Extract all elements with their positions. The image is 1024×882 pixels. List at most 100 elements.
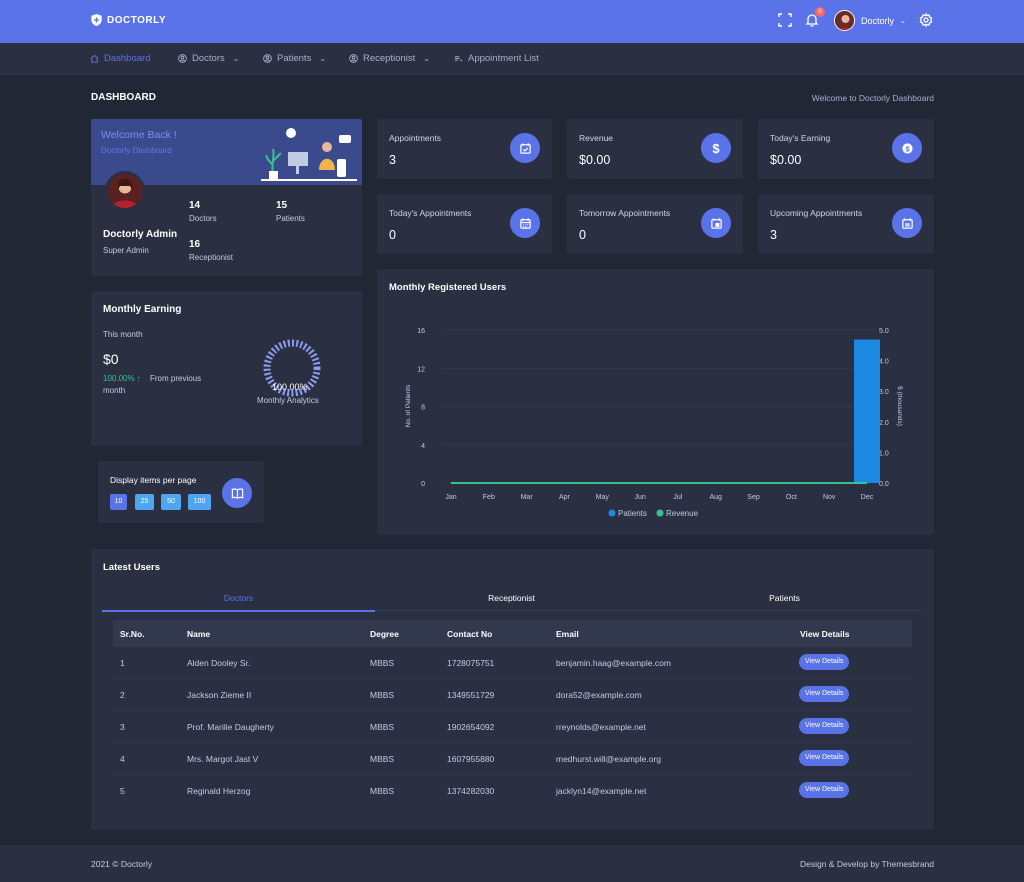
book-icon[interactable]	[222, 478, 252, 508]
x-tick-label: Jun	[634, 494, 645, 501]
monthly-earning-change-text: From previous	[150, 374, 202, 383]
calendar-icon	[510, 208, 540, 238]
table-row: 1 Alden Dooley Sr. MBBS 1728075751 benja…	[113, 647, 912, 679]
nav-item-appointment-list[interactable]: Appointment List	[454, 53, 539, 64]
nav-bar: Dashboard Doctors ⌄ Patients ⌄ Receptionis…	[0, 43, 1024, 75]
view-details-button[interactable]: View Details	[799, 686, 850, 702]
cell-name: Reginald Herzog	[187, 786, 251, 796]
page-size-10-button[interactable]: 10	[110, 494, 127, 510]
view-details-button[interactable]: View Details	[799, 718, 850, 734]
view-details-button[interactable]: View Details	[799, 782, 850, 798]
column-header: Name	[187, 629, 211, 639]
profile-avatar	[105, 171, 145, 211]
tab-patients[interactable]: Patients	[648, 593, 921, 611]
column-header: Degree	[370, 629, 399, 639]
dollar-icon: $	[701, 133, 731, 163]
y2-tick-label: 1.0	[879, 450, 889, 457]
monthly-earning-value: $0	[103, 351, 119, 367]
chevron-down-icon: ⌄	[423, 54, 430, 63]
cell-degree: MBBS	[370, 722, 395, 732]
coin-icon: $	[892, 133, 922, 163]
monthly-users-chart: 0 4 8 12 16 0.0 1.0 2.0 3.0 4.0 5.0 No. of Patients…	[405, 328, 903, 518]
stat-card-upcoming-appointments: Upcoming Appointments 3	[758, 194, 934, 254]
user-menu[interactable]: Doctorly ⌄	[834, 10, 906, 31]
stat-label: Upcoming Appointments	[770, 208, 863, 218]
brand-logo[interactable]: DOCTORLY	[91, 14, 166, 26]
shield-icon	[91, 14, 102, 26]
column-header: Email	[556, 629, 579, 639]
footer: 2021 © Doctorly Design & Develop by Them…	[0, 845, 1024, 882]
cell-contact: 1728075751	[447, 658, 495, 668]
legend-marker-patients	[608, 509, 616, 517]
stat-label: Today's Earning	[770, 133, 831, 143]
cell-email: benjamin.haag@example.com	[556, 658, 671, 668]
chevron-down-icon: ⌄	[232, 54, 240, 63]
monthly-earning-card: Monthly Earning This month $0 100.00% ↑ …	[91, 291, 362, 446]
cell-degree: MBBS	[370, 658, 395, 668]
brand-name: DOCTORLY	[107, 14, 167, 26]
x-tick-label: Aug	[709, 494, 722, 501]
user-name: Doctorly	[861, 15, 895, 26]
cell-no: 5	[120, 786, 125, 796]
x-tick-label: Jul	[673, 494, 682, 501]
stat-label: Appointments	[389, 133, 441, 143]
x-tick-label: Dec	[861, 494, 874, 501]
cell-name: Mrs. Margot Jast V	[187, 754, 259, 764]
monthly-earning-change: 100.00% ↑	[103, 374, 141, 383]
stat-value: $0.00	[770, 153, 802, 167]
receptionist-count: 16	[189, 239, 201, 250]
legend-label-patients: Patients	[618, 509, 647, 518]
latest-users-title: Latest Users	[103, 562, 161, 573]
page-size-100-button[interactable]: 100	[188, 494, 211, 510]
x-tick-label: Mar	[521, 494, 534, 501]
nav-item-doctors[interactable]: Doctors ⌄	[178, 53, 239, 64]
stat-card-todays-appointments: Today's Appointments 0	[377, 194, 552, 254]
nav-item-dashboard[interactable]: Dashboard	[90, 53, 150, 64]
footer-credit: Design & Develop by Themesbrand	[799, 859, 934, 869]
gauge-percent: 100.00%	[272, 382, 308, 392]
y2-tick-label: 2.0	[879, 420, 889, 427]
cell-no: 4	[120, 754, 125, 764]
stat-label: Today's Appointments	[389, 208, 472, 218]
stat-card-appointments: Appointments 3	[377, 119, 552, 179]
x-tick-label: Oct	[786, 494, 797, 501]
nav-item-receptionist[interactable]: Receptionist ⌄	[349, 53, 430, 64]
column-header: Contact No	[447, 629, 493, 639]
illustration-image	[261, 128, 357, 181]
nav-item-patients[interactable]: Patients ⌄	[263, 53, 326, 64]
tab-receptionist[interactable]: Receptionist	[375, 593, 648, 611]
table-row: 3 Prof. Marilie Daugherty MBBS 190265409…	[113, 711, 912, 743]
cell-contact: 1607955880	[447, 754, 495, 764]
user-circle-icon	[349, 54, 358, 63]
list-icon	[454, 56, 463, 62]
cell-no: 1	[120, 658, 125, 668]
footer-copyright: 2021 © Doctorly	[91, 859, 153, 869]
display-items-title: Display items per page	[110, 475, 197, 485]
cell-contact: 1902654092	[447, 722, 495, 732]
patients-label: Patients	[276, 214, 305, 223]
y2-axis-label: $ (thousands)	[896, 386, 903, 426]
table-row: 2 Jackson Zieme II MBBS 1349551729 dora5…	[113, 679, 912, 711]
page-size-25-button[interactable]: 25	[135, 494, 154, 510]
calendar-check-icon	[510, 133, 540, 163]
monthly-earning-change-text-2: month	[103, 386, 126, 395]
gauge-label: Monthly Analytics	[257, 396, 319, 405]
users-table: Sr.No. Name Degree Contact No Email View…	[113, 620, 912, 807]
stat-card-revenue: Revenue $0.00 $	[567, 119, 743, 179]
monthly-earning-subtitle: This month	[103, 330, 143, 339]
y2-tick-label: 3.0	[879, 389, 889, 396]
doctors-label: Doctors	[189, 214, 217, 223]
view-details-button[interactable]: View Details	[799, 750, 850, 766]
patients-count: 15	[276, 200, 288, 211]
tab-doctors[interactable]: Doctors	[102, 593, 375, 612]
cell-email: medhurst.will@example.org	[556, 754, 662, 764]
fullscreen-icon[interactable]	[778, 13, 792, 27]
view-details-button[interactable]: View Details	[799, 654, 850, 670]
page-size-50-button[interactable]: 50	[161, 494, 181, 510]
welcome-title: Welcome Back !	[101, 129, 177, 141]
stat-value: 0	[579, 228, 586, 242]
column-header: Sr.No.	[120, 629, 145, 639]
y2-tick-label: 4.0	[879, 359, 889, 366]
top-bar: DOCTORLY 0 Doctorly ⌄	[0, 0, 1024, 43]
gear-icon[interactable]	[919, 12, 933, 28]
